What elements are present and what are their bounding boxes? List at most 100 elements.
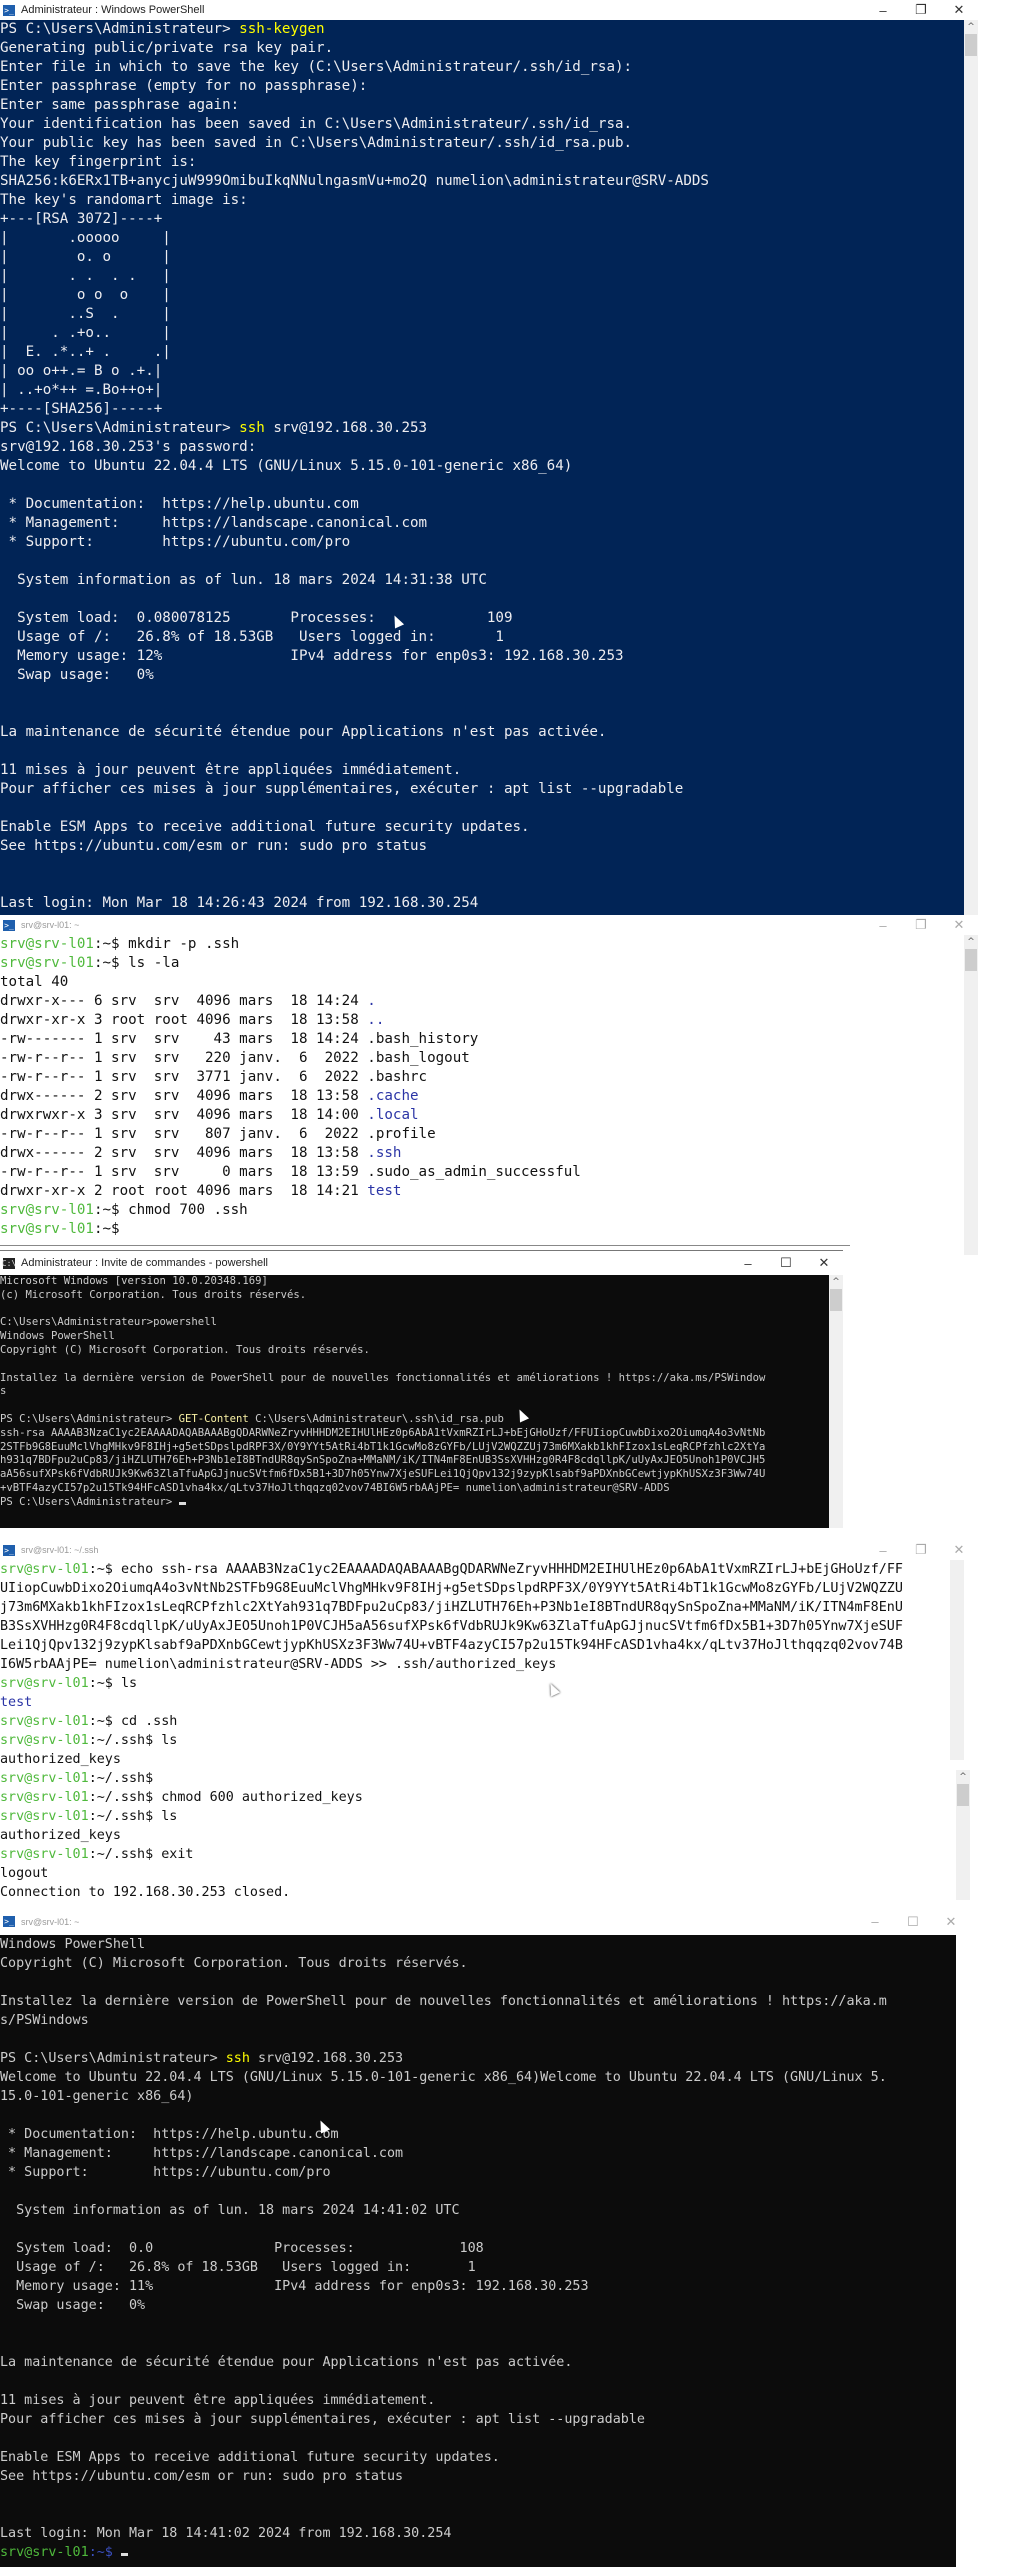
- output-text: Pour afficher ces mises à jour supplémen…: [0, 781, 684, 797]
- output-text: See https://ubuntu.com/esm or run: sudo …: [0, 2469, 404, 2484]
- scroll-up-arrow-icon[interactable]: ^: [829, 1275, 843, 1289]
- close-button[interactable]: ✕: [940, 915, 978, 935]
- terminal-line: Enable ESM Apps to receive additional fu…: [0, 2448, 887, 2467]
- shell-prompt: PS C:\Users\Administrateur>: [0, 1412, 179, 1425]
- restore-button[interactable]: ❐: [902, 915, 940, 935]
- terminal-line: srv@srv-l01:~$ mkdir -p .ssh: [0, 935, 581, 954]
- minimize-button[interactable]: –: [864, 915, 902, 935]
- minimize-button[interactable]: –: [864, 1540, 902, 1560]
- vertical-scrollbar-secondary[interactable]: ^: [956, 1770, 970, 1900]
- window-title: Administrateur : Invite de commandes - p…: [21, 1257, 268, 1269]
- scroll-up-arrow-icon[interactable]: ^: [956, 1770, 970, 1784]
- terminal-line: Connection to 192.168.30.253 closed.: [0, 1883, 903, 1902]
- terminal-line: Generating public/private rsa key pair.: [0, 39, 964, 58]
- terminal-line: Microsoft Windows [version 10.0.20348.16…: [0, 1275, 765, 1289]
- maximize-button[interactable]: ☐: [894, 1908, 932, 1935]
- terminal-line: PS C:\Users\Administrateur> ssh srv@192.…: [0, 419, 964, 438]
- output-text: Enable ESM Apps to receive additional fu…: [0, 2450, 500, 2465]
- vertical-scrollbar[interactable]: [950, 1560, 964, 1760]
- terminal-line: Swap usage: 0%: [0, 2296, 887, 2315]
- terminal-line: Last login: Mon Mar 18 14:26:43 2024 fro…: [0, 894, 964, 913]
- window-title: srv@srv-l01: ~: [21, 920, 80, 930]
- window-title: Administrateur : Windows PowerShell: [21, 4, 205, 16]
- terminal-line: srv@srv-l01:~/.ssh$ ls: [0, 1807, 903, 1826]
- output-text: authorized_keys: [0, 1828, 121, 1843]
- terminal-line: * Documentation: https://help.ubuntu.com: [0, 495, 964, 514]
- vertical-scrollbar[interactable]: ^: [829, 1275, 843, 1528]
- terminal-line: Copyright (C) Microsoft Corporation. Tou…: [0, 1344, 765, 1358]
- close-button[interactable]: ✕: [940, 1540, 978, 1560]
- minimize-button[interactable]: –: [729, 1251, 767, 1275]
- directory-name: .: [367, 993, 376, 1009]
- output-text: Generating public/private rsa key pair.: [0, 40, 334, 56]
- command-keyword: ssh-keygen: [239, 21, 325, 37]
- powershell-icon: >_: [3, 4, 15, 16]
- output-text: Usage of /: 26.8% of 18.53GB Users logge…: [0, 629, 504, 645]
- command-text: ls: [120, 1676, 138, 1691]
- console-area[interactable]: PS C:\Users\Administrateur> ssh-keygen Ge…: [0, 20, 978, 915]
- file-name: .bashrc: [367, 1069, 428, 1085]
- powershell-icon: >_: [3, 1544, 15, 1556]
- output-text: System information as of lun. 18 mars 20…: [0, 2203, 460, 2218]
- close-button[interactable]: ✕: [932, 1908, 970, 1935]
- terminal-line: h931q7BDFpu2uCp83/jiHZLUTH76Eh+P3Nb1eI8B…: [0, 1454, 765, 1468]
- restore-button[interactable]: ❐: [902, 1540, 940, 1560]
- vertical-scrollbar[interactable]: ^: [964, 935, 978, 1255]
- console-area[interactable]: Microsoft Windows [version 10.0.20348.16…: [0, 1275, 843, 1528]
- close-button[interactable]: ✕: [805, 1251, 843, 1275]
- output-text: Installez la dernière version de PowerSh…: [0, 1994, 887, 2009]
- scroll-up-arrow-icon[interactable]: ^: [964, 20, 978, 34]
- scroll-thumb[interactable]: [830, 1289, 842, 1311]
- prompt-user-host: srv@srv-l01: [0, 1676, 89, 1691]
- window-divider: [0, 1245, 850, 1246]
- command-keyword: GET-Content: [178, 1412, 249, 1425]
- title-bar[interactable]: C:\ Administrateur : Invite de commandes…: [0, 1251, 843, 1275]
- restore-button[interactable]: ❐: [902, 0, 940, 20]
- terminal-line: srv@srv-l01:~$ ls: [0, 1674, 903, 1693]
- scroll-thumb[interactable]: [957, 1784, 969, 1806]
- shell-prompt: PS C:\Users\Administrateur>: [0, 1495, 179, 1508]
- output-text: UIiopCuwbDixo2OiumqA4o3vNtNb2STFb9G8EuuM…: [0, 1581, 903, 1596]
- vertical-scrollbar[interactable]: ^: [964, 20, 978, 915]
- console-area[interactable]: Windows PowerShell Copyright (C) Microsof…: [0, 1935, 956, 2567]
- title-bar[interactable]: >_ Administrateur : Windows PowerShell –…: [0, 0, 978, 20]
- maximize-button[interactable]: ☐: [767, 1251, 805, 1275]
- title-bar[interactable]: >_ srv@srv-l01: ~ – ☐ ✕: [0, 1908, 970, 1935]
- scroll-thumb[interactable]: [965, 34, 977, 56]
- prompt-path: :~/.ssh$: [88, 1733, 162, 1748]
- output-text: See https://ubuntu.com/esm or run: sudo …: [0, 838, 428, 854]
- output-text: Windows PowerShell: [0, 1937, 146, 1952]
- output-text: +vBTF4azyCI57p2u15Tk94HFcASD1vha4kx/qLtv…: [0, 1481, 670, 1494]
- title-bar[interactable]: >_ srv@srv-l01: ~ – ❐ ✕: [0, 915, 978, 935]
- terminal-line: srv@srv-l01:~/.ssh$: [0, 1769, 903, 1788]
- minimize-button[interactable]: –: [864, 0, 902, 20]
- terminal-output: srv@srv-l01:~$ echo ssh-rsa AAAAB3NzaC1y…: [0, 1560, 903, 1902]
- terminal-line: The key fingerprint is:: [0, 153, 964, 172]
- scroll-up-arrow-icon[interactable]: ^: [964, 935, 978, 949]
- console-area[interactable]: srv@srv-l01:~$ mkdir -p .ssh srv@srv-l01:…: [0, 935, 978, 1255]
- output-text: Microsoft Windows [version 10.0.20348.16…: [0, 1275, 268, 1287]
- terminal-line: La maintenance de sécurité étendue pour …: [0, 2353, 887, 2372]
- terminal-line: | .ooooo |: [0, 229, 964, 248]
- output-text: Your identification has been saved in C:…: [0, 116, 633, 132]
- console-area[interactable]: srv@srv-l01:~$ echo ssh-rsa AAAAB3NzaC1y…: [0, 1560, 978, 1905]
- terminal-line: | ..S . |: [0, 305, 964, 324]
- output-text: 11 mises à jour peuvent être appliquées …: [0, 762, 462, 778]
- output-text: | . . . . |: [0, 268, 171, 284]
- close-button[interactable]: ✕: [940, 0, 978, 20]
- scroll-thumb[interactable]: [965, 949, 977, 971]
- output-text: Usage of /: 26.8% of 18.53GB Users logge…: [0, 2260, 476, 2275]
- title-bar[interactable]: >_ srv@srv-l01: ~/.ssh – ❐ ✕: [0, 1540, 978, 1560]
- terminal-line: * Management: https://landscape.canonica…: [0, 514, 964, 533]
- powershell-window-keygen: >_ Administrateur : Windows PowerShell –…: [0, 0, 978, 915]
- terminal-line: * Documentation: https://help.ubuntu.com: [0, 2125, 887, 2144]
- minimize-button[interactable]: –: [856, 1908, 894, 1935]
- shell-prompt: PS C:\Users\Administrateur>: [0, 2051, 226, 2066]
- terminal-line: srv@srv-l01:~$: [0, 1220, 581, 1239]
